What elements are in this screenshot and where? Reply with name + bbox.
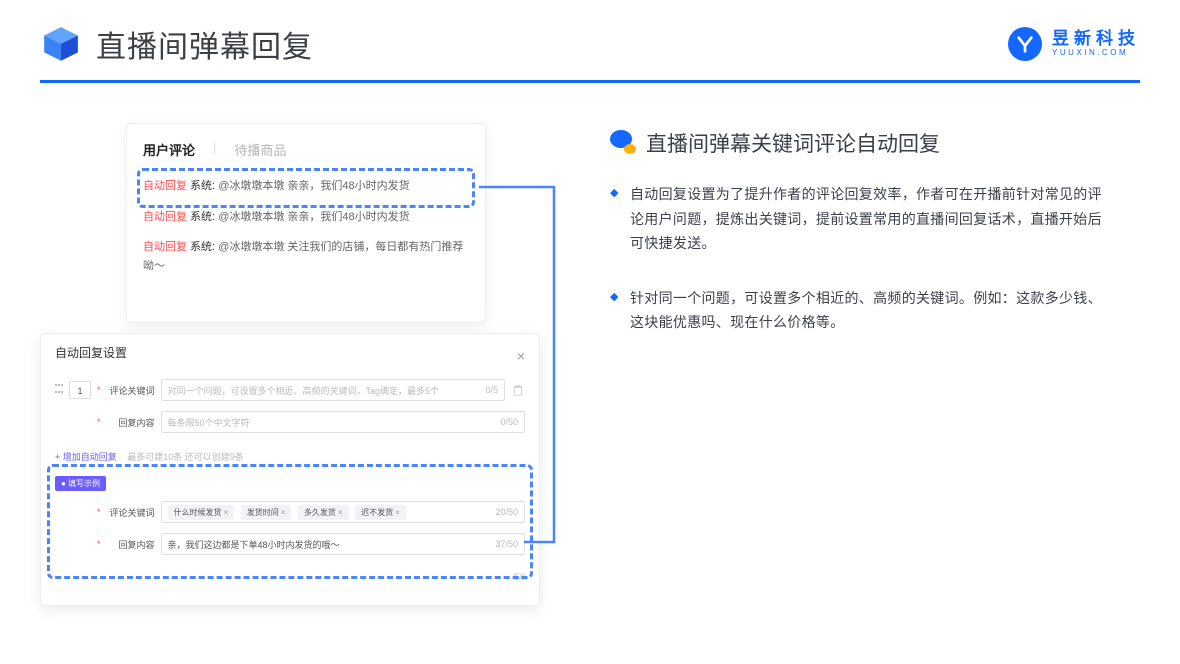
content-counter: 0/50 bbox=[500, 417, 518, 427]
required-star: * bbox=[97, 539, 101, 549]
system-tag: 系统: bbox=[190, 241, 215, 253]
drag-handle-icon[interactable] bbox=[55, 384, 63, 396]
example-keyword-row: * 评论关键词 什么时候发货× 发货时间× 多久发货× 迟不发货× 20/50 bbox=[55, 501, 525, 523]
brand-name-cn: 昱新科技 bbox=[1052, 30, 1140, 49]
chat-bubble-icon bbox=[610, 130, 636, 156]
tag-chip[interactable]: 迟不发货× bbox=[355, 505, 406, 520]
content-input[interactable]: 每条限50个中文字符 0/50 bbox=[161, 411, 525, 433]
required-star: * bbox=[97, 507, 101, 517]
example-kw-counter: 20/50 bbox=[495, 507, 518, 517]
keyword-label: 评论关键词 bbox=[107, 384, 155, 397]
cube-icon bbox=[40, 23, 82, 65]
keyword-placeholder: 对同一个问题，可设置多个相近、高频的关键词，Tag确定，最多5个 bbox=[168, 384, 440, 397]
required-star: * bbox=[97, 417, 101, 427]
description-column: 直播间弹幕关键词评论自动回复 自动回复设置为了提升作者的评论回复效率，作者可在开… bbox=[610, 123, 1140, 606]
keyword-counter: 0/5 bbox=[485, 385, 498, 395]
comment-item: 自动回复 系统: @冰墩墩本墩 关注我们的店铺，每日都有热门推荐呦～ bbox=[143, 232, 469, 281]
brand-name-en: YUUXIN.COM bbox=[1052, 49, 1140, 58]
example-content-row: * 回复内容 亲，我们这边都是下单48小时内发货的哦～ 37/50 bbox=[55, 533, 525, 555]
add-auto-reply-link[interactable]: + 增加自动回复 bbox=[55, 452, 117, 462]
section-title: 直播间弹幕关键词评论自动回复 bbox=[646, 128, 940, 158]
comment-text: @冰墩墩本墩 亲亲，我们48小时内发货 bbox=[218, 211, 409, 223]
tag-chip[interactable]: 发货时间× bbox=[241, 505, 292, 520]
required-star: * bbox=[97, 385, 101, 395]
system-tag: 系统: bbox=[190, 211, 215, 223]
keyword-input[interactable]: 对同一个问题，可设置多个相近、高频的关键词，Tag确定，最多5个 0/5 bbox=[161, 379, 505, 401]
tab-user-comments[interactable]: 用户评论 bbox=[143, 140, 195, 159]
tag-chip[interactable]: 什么时候发货× bbox=[168, 505, 235, 520]
example-badge: ● 填写示例 bbox=[55, 476, 106, 491]
order-number: 1 bbox=[69, 381, 91, 399]
tag-chip[interactable]: 多久发货× bbox=[298, 505, 349, 520]
example-keyword-label: 评论关键词 bbox=[107, 506, 155, 519]
slide-header: 直播间弹幕回复 昱新科技 YUUXIN.COM bbox=[0, 0, 1180, 66]
bullet-item: 针对同一个问题，可设置多个相近的、高频的关键词。例如：这款多少钱、这块能优惠吗、… bbox=[610, 286, 1110, 335]
tab-pending-goods[interactable]: 待播商品 bbox=[234, 140, 286, 159]
settings-modal: 自动回复设置 × 1 * 评论关键词 对同一个问题，可设置多个相近、高频的关键词… bbox=[40, 333, 540, 606]
close-icon[interactable]: × bbox=[517, 348, 525, 364]
auto-reply-tag: 自动回复 bbox=[143, 180, 187, 192]
comments-panel: 用户评论 | 待播商品 自动回复 系统: @冰墩墩本墩 亲亲，我们48小时内发货… bbox=[126, 123, 486, 323]
system-tag: 系统: bbox=[190, 180, 215, 192]
example-content-input[interactable]: 亲，我们这边都是下单48小时内发货的哦～ 37/50 bbox=[161, 533, 525, 555]
comment-text: @冰墩墩本墩 亲亲，我们48小时内发货 bbox=[218, 180, 409, 192]
content-placeholder: 每条限50个中文字符 bbox=[168, 416, 250, 429]
keyword-row: 1 * 评论关键词 对同一个问题，可设置多个相近、高频的关键词，Tag确定，最多… bbox=[55, 379, 525, 401]
example-content-counter: 37/50 bbox=[495, 539, 518, 549]
tab-separator: | bbox=[213, 140, 216, 159]
footer-counter: /50 bbox=[512, 572, 525, 582]
screenshot-column: 用户评论 | 待播商品 自动回复 系统: @冰墩墩本墩 亲亲，我们48小时内发货… bbox=[40, 123, 560, 606]
trash-icon[interactable] bbox=[511, 383, 525, 397]
example-content-label: 回复内容 bbox=[107, 538, 155, 551]
add-hint: 最多可建10条 还可以创建9条 bbox=[127, 452, 244, 462]
content-row: * 回复内容 每条限50个中文字符 0/50 bbox=[55, 411, 525, 433]
comment-item: 自动回复 系统: @冰墩墩本墩 亲亲，我们48小时内发货 bbox=[143, 171, 469, 202]
example-content-value: 亲，我们这边都是下单48小时内发货的哦～ bbox=[168, 538, 340, 551]
example-keyword-input[interactable]: 什么时候发货× 发货时间× 多久发货× 迟不发货× 20/50 bbox=[161, 501, 525, 523]
modal-title: 自动回复设置 bbox=[55, 342, 127, 369]
auto-reply-tag: 自动回复 bbox=[143, 211, 187, 223]
auto-reply-tag: 自动回复 bbox=[143, 241, 187, 253]
bullet-item: 自动回复设置为了提升作者的评论回复效率，作者可在开播前针对常见的评论用户问题，提… bbox=[610, 182, 1110, 256]
content-label: 回复内容 bbox=[107, 416, 155, 429]
page-title: 直播间弹幕回复 bbox=[96, 22, 313, 66]
comment-item: 自动回复 系统: @冰墩墩本墩 亲亲，我们48小时内发货 bbox=[143, 202, 469, 233]
brand-logo-icon bbox=[1008, 27, 1042, 61]
